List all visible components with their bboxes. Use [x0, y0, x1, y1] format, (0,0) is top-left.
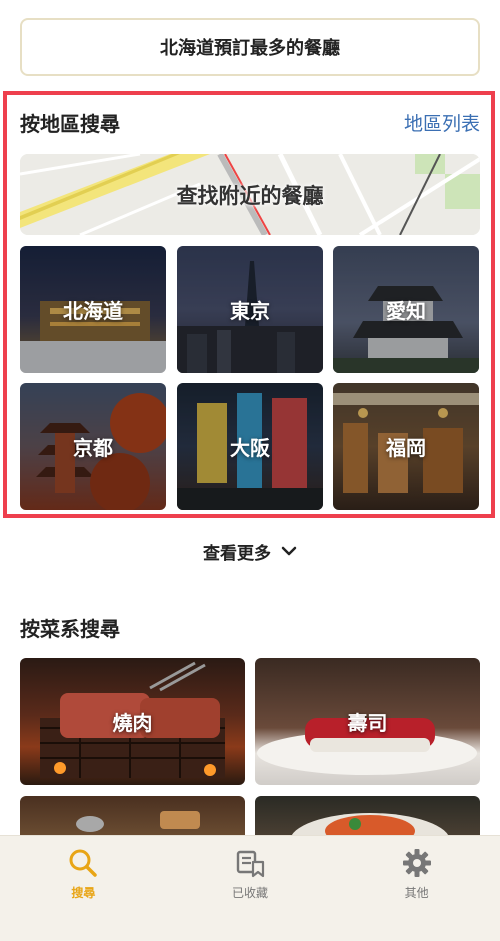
bookmark-list-icon: [236, 850, 265, 878]
region-label-fukuoka: 福岡: [386, 436, 426, 460]
region-label-hokkaido: 北海道: [63, 299, 123, 323]
tab-other-label: 其他: [404, 886, 429, 900]
cuisine-label-yakiniku: 燒肉: [112, 711, 153, 735]
gear-icon: [402, 849, 431, 877]
cuisine-section-header: 按菜系搜尋: [20, 613, 480, 642]
tab-search[interactable]: 搜尋: [23, 848, 143, 901]
see-more-button[interactable]: 查看更多: [0, 537, 500, 565]
region-tile-hokkaido[interactable]: 北海道: [20, 246, 166, 373]
region-label-osaka: 大阪: [230, 436, 270, 460]
region-tile-kyoto[interactable]: 京都: [20, 383, 166, 510]
region-tile-tokyo[interactable]: 東京: [177, 246, 323, 373]
most-booked-restaurants-label: 北海道預訂最多的餐廳: [160, 38, 340, 59]
region-tile-aichi[interactable]: 愛知: [333, 246, 479, 373]
region-list-link[interactable]: 地區列表: [404, 109, 480, 136]
tab-favorites-label: 已收藏: [231, 886, 268, 900]
region-label-tokyo: 東京: [230, 299, 270, 323]
region-tile-fukuoka[interactable]: 福岡: [333, 383, 479, 510]
chevron-down-icon: [281, 546, 297, 556]
most-booked-restaurants-button[interactable]: 北海道預訂最多的餐廳: [20, 18, 480, 76]
search-icon: [69, 849, 98, 877]
bottom-tab-bar: 搜尋 已收藏 其他: [0, 835, 500, 941]
region-section-header: 按地區搜尋 地區列表: [20, 108, 480, 137]
region-label-aichi: 愛知: [386, 299, 426, 323]
tab-search-label: 搜尋: [71, 886, 96, 900]
cuisine-section-title: 按菜系搜尋: [20, 617, 120, 641]
region-tile-osaka[interactable]: 大阪: [177, 383, 323, 510]
cuisine-tile-sushi[interactable]: 壽司: [255, 658, 480, 785]
cuisine-label-sushi: 壽司: [347, 711, 388, 735]
tab-favorites[interactable]: 已收藏: [190, 848, 310, 901]
region-label-kyoto: 京都: [73, 436, 113, 460]
region-section-title: 按地區搜尋: [20, 112, 120, 136]
see-more-label: 查看更多: [203, 543, 271, 564]
nearby-restaurants-button[interactable]: 查找附近的餐廳: [20, 154, 480, 235]
nearby-restaurants-label: 查找附近的餐廳: [176, 183, 324, 208]
tab-other[interactable]: 其他: [357, 848, 477, 901]
cuisine-tile-yakiniku[interactable]: 燒肉: [20, 658, 245, 785]
